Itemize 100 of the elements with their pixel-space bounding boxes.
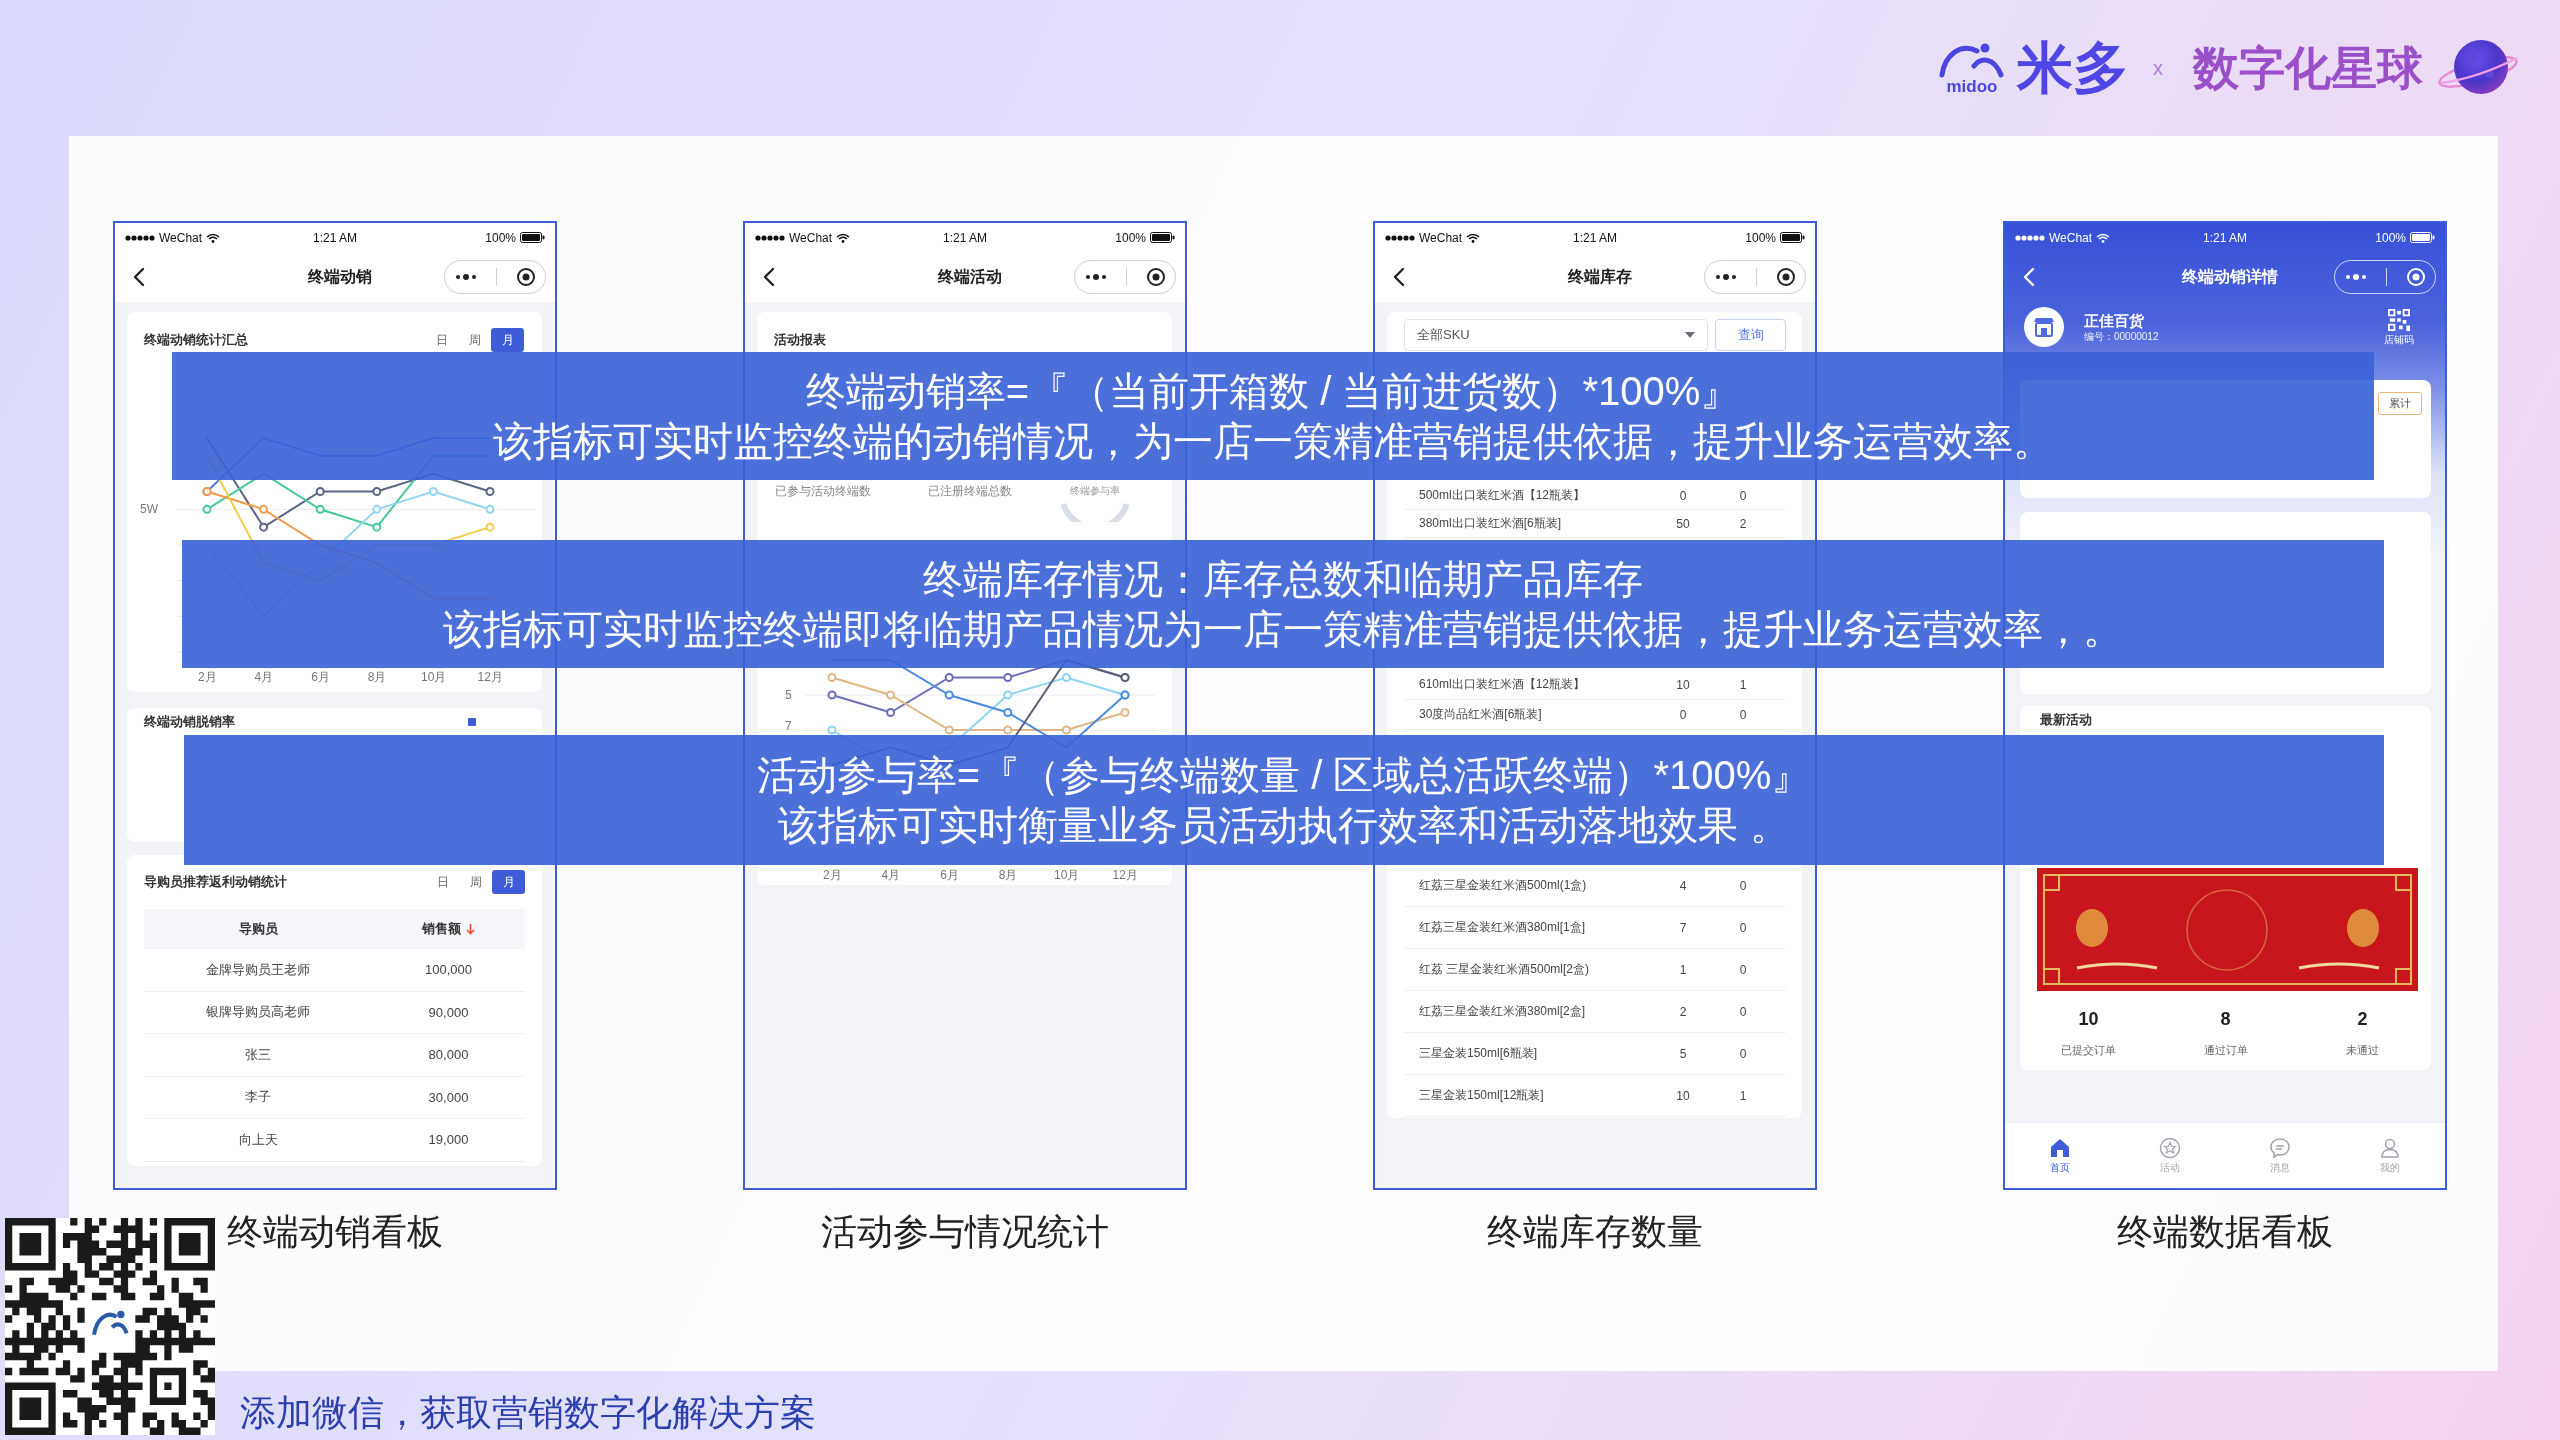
table-cell: 0	[1739, 1004, 1747, 1019]
table-cell: 0	[1679, 707, 1687, 722]
data-point	[1003, 690, 1013, 700]
card-title: 终端动销统计汇总	[144, 331, 248, 349]
signal-icon	[1385, 234, 1415, 241]
page-title: 终端动销详情	[2181, 266, 2278, 287]
table-cell: 红荔 三星金装红米酒500ml[2盒)	[1419, 961, 1590, 978]
period-tab[interactable]: 周	[459, 870, 492, 894]
axis-label: 6月	[311, 669, 330, 686]
table-cell: 90,000	[428, 1004, 469, 1020]
carrier-name: WeChat	[159, 230, 203, 245]
axis-label: 4月	[881, 867, 901, 884]
table-cell: 2	[1739, 516, 1747, 531]
period-tab[interactable]: 月	[491, 328, 524, 352]
data-point	[944, 673, 954, 682]
table-cell: 张三	[245, 1045, 271, 1064]
home-icon	[2049, 1137, 2071, 1159]
back-icon[interactable]	[133, 267, 145, 287]
data-point	[372, 522, 382, 532]
battery-percent: 100%	[2375, 230, 2406, 245]
period-tab[interactable]: 累计	[2378, 392, 2422, 415]
target-icon[interactable]	[1145, 267, 1166, 287]
target-icon[interactable]	[515, 267, 536, 287]
caret-icon	[1685, 332, 1695, 338]
data-point	[259, 522, 269, 532]
table-cell: 金牌导购员王老师	[206, 960, 310, 979]
table-cell: 0	[1739, 707, 1747, 722]
table-cell: 红荔三星金装红米酒380ml[2盒]	[1419, 1003, 1586, 1020]
period-tab[interactable]: 周	[458, 328, 491, 352]
data-point	[827, 725, 837, 735]
data-point	[1003, 673, 1013, 682]
person-icon	[2379, 1137, 2401, 1159]
data-point	[372, 504, 382, 514]
column-header[interactable]: 销售额	[422, 920, 475, 938]
table-cell: 0	[1739, 878, 1747, 893]
page-title: 终端活动	[937, 266, 1002, 287]
data-point	[1003, 708, 1013, 717]
status-time: 1:21 AM	[313, 230, 357, 245]
signal-icon	[125, 234, 155, 241]
ring-label: 终端参与率	[1070, 485, 1120, 497]
card-title: 最新活动	[2040, 711, 2092, 729]
back-icon[interactable]	[763, 267, 775, 287]
signal-icon	[755, 234, 785, 241]
band-heading: 终端库存情况：库存总数和临期产品库存	[923, 556, 1643, 603]
wifi-icon	[2096, 232, 2111, 243]
status-time: 1:21 AM	[1573, 230, 1617, 245]
store-icon	[2024, 307, 2064, 347]
more-icon[interactable]	[1714, 273, 1737, 281]
data-point	[944, 690, 954, 700]
table-cell: 7	[1679, 920, 1687, 935]
table-cell: 银牌导购员高老师	[206, 1003, 310, 1022]
axis-label: 10月	[421, 669, 447, 686]
data-point	[827, 673, 837, 682]
table-cell: 0	[1739, 962, 1747, 977]
stat-label: 通过订单	[2203, 1043, 2248, 1058]
table-cell: 19,000	[428, 1132, 469, 1148]
battery-icon	[1780, 232, 1805, 243]
table-cell: 100,000	[425, 962, 472, 978]
battery-icon	[520, 232, 545, 243]
target-icon[interactable]	[1775, 267, 1796, 287]
table-cell: 1	[1679, 962, 1687, 977]
tab-item[interactable]: 首页	[2005, 1123, 2115, 1188]
query-button[interactable]: 查询	[1715, 319, 1786, 351]
legend-marker-icon	[468, 718, 476, 726]
table-cell: 0	[1739, 1046, 1747, 1061]
axis-label: 12月	[477, 669, 503, 686]
axis-label: 12月	[1112, 867, 1138, 884]
table-cell: 4	[1679, 878, 1687, 893]
axis-label: 6月	[940, 867, 959, 884]
page-title: 终端动销	[307, 266, 372, 287]
promo-banner-drawing[interactable]	[2037, 868, 2418, 991]
stat-label: 已参与活动终端数	[775, 483, 871, 499]
stat-value: 10	[2078, 1008, 2099, 1031]
back-icon[interactable]	[1393, 267, 1405, 287]
store-name: 正佳百货	[2084, 311, 2144, 330]
data-point	[428, 487, 438, 496]
table-cell: 0	[1739, 488, 1747, 503]
carrier-name: WeChat	[1419, 230, 1463, 245]
sku-dropdown[interactable]: 全部SKU	[1404, 319, 1708, 351]
table-cell: 红荔三星金装红米酒380ml[1盒]	[1419, 919, 1586, 936]
more-icon[interactable]	[1084, 273, 1107, 281]
band-heading: 活动参与率=『（参与终端数量 / 区域总活跃终端）*100%』	[756, 752, 1812, 799]
column-header[interactable]: 导购员	[238, 920, 278, 938]
stat-label: 未通过	[2346, 1043, 2379, 1058]
stat-label: 已提交订单	[2061, 1043, 2116, 1058]
period-tab[interactable]: 月	[492, 870, 525, 894]
period-tab[interactable]: 日	[425, 328, 458, 352]
table-cell: 1	[1739, 1088, 1747, 1103]
data-point	[315, 487, 325, 496]
data-point	[886, 690, 896, 700]
qr-code-label: 店铺码	[2384, 333, 2414, 346]
battery-icon	[2410, 232, 2435, 243]
battery-percent: 100%	[485, 230, 516, 245]
qr-code-icon[interactable]	[2388, 308, 2410, 331]
period-tab[interactable]: 日	[426, 870, 459, 894]
data-point	[315, 504, 325, 514]
table-cell: 0	[1739, 920, 1747, 935]
axis-label: 5W	[140, 502, 158, 516]
more-icon[interactable]	[454, 273, 477, 281]
separator-mark: x	[2153, 56, 2163, 80]
